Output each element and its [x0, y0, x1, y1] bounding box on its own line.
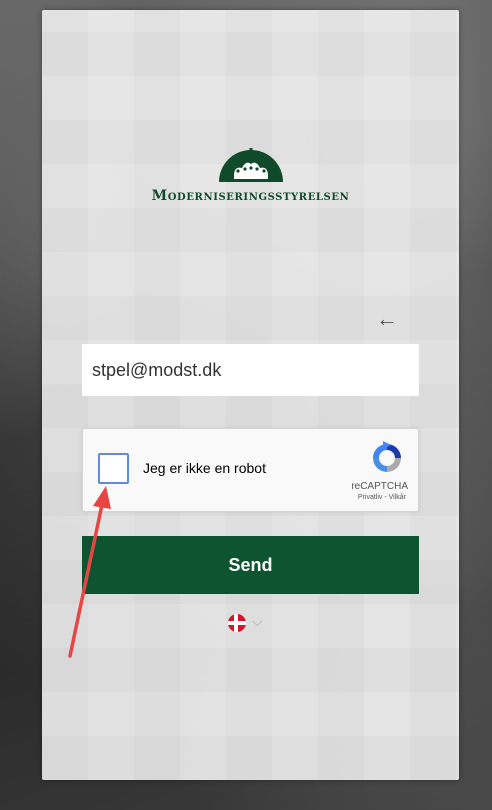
recaptcha-checkbox[interactable] [98, 453, 129, 484]
email-field[interactable] [82, 344, 419, 396]
back-arrow-icon[interactable]: ← [374, 307, 400, 331]
recaptcha-logo-icon [373, 441, 401, 472]
logo: Moderniseringsstyrelsen [42, 146, 459, 204]
send-button[interactable]: Send [82, 536, 419, 594]
recaptcha-links[interactable]: Privatliv - Vilkår [358, 494, 406, 501]
recaptcha-widget: Jeg er ikke en robot reCAPTCHA Privatliv… [82, 428, 419, 512]
login-card: Moderniseringsstyrelsen ← Jeg er ikke en… [42, 10, 459, 780]
recaptcha-brand: reCAPTCHA [351, 481, 408, 492]
recaptcha-label: Jeg er ikke en robot [143, 460, 266, 476]
danish-flag-icon [228, 614, 246, 632]
language-select[interactable]: ⌵ [228, 612, 272, 634]
chevron-down-icon: ⌵ [252, 613, 263, 629]
brand-name: Moderniseringsstyrelsen [151, 188, 350, 204]
crown-icon [218, 148, 283, 182]
